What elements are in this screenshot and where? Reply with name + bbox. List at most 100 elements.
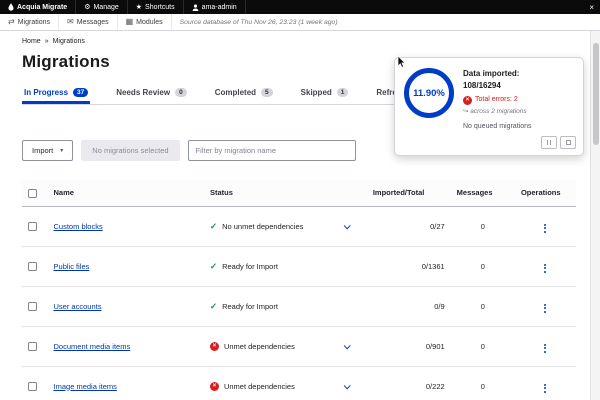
operations-button[interactable] (541, 263, 549, 274)
migrations-label: Migrations (17, 18, 50, 26)
status-text: No unmet dependencies (222, 221, 304, 231)
tab-label: Completed (214, 88, 257, 97)
progress-card-info: Data imported: 108/16294 × Total errors:… (463, 68, 532, 133)
status-cell: × Unmet dependencies (209, 341, 361, 351)
error-icon: × (463, 95, 472, 105)
error-icon: × (209, 381, 219, 391)
row-checkbox[interactable] (28, 301, 37, 311)
toolbar-item-migrations[interactable]: ⇄ Migrations (0, 14, 59, 30)
total-errors-row: × Total errors: 2 (463, 95, 532, 106)
tab-completed[interactable]: Completed 5 (213, 84, 275, 104)
migration-name-link[interactable]: Image media items (54, 382, 117, 391)
select-all-checkbox[interactable] (28, 188, 37, 198)
shortcuts-label: Shortcuts (145, 3, 175, 11)
header-imported-total: Imported/Total (366, 180, 451, 207)
scrollbar-track[interactable] (590, 31, 600, 400)
tab-label: In Progress (24, 88, 69, 97)
imported-total-value: 0/901 (366, 326, 451, 367)
total-errors-label: Total errors: 2 (475, 96, 518, 103)
sub-arrow-icon: ↪ (463, 107, 469, 115)
progress-percent: 11.90% (413, 87, 445, 99)
header-operations: Operations (514, 180, 576, 207)
tab-in-progress[interactable]: In Progress 37 (22, 84, 90, 104)
table-row: Public files ✓ Ready for Import 0/1361 0 (22, 246, 576, 287)
toolbar-item-shortcuts[interactable]: ★ Shortcuts (128, 0, 184, 14)
messages-count: 0 (450, 206, 515, 247)
migration-name-link[interactable]: Public files (54, 262, 90, 271)
manage-label: Manage (93, 3, 119, 11)
chevron-down-icon[interactable] (343, 381, 351, 389)
queue-controls (541, 135, 576, 149)
toolbar-item-user[interactable]: ama-admin (184, 0, 246, 14)
operations-button[interactable] (541, 223, 549, 234)
status-text: Unmet dependencies (223, 381, 295, 391)
error-icon: × (209, 341, 219, 351)
errors-detail-note: ↪ across 2 migrations (463, 107, 532, 117)
tab-skipped[interactable]: Skipped 1 (299, 84, 351, 104)
brand-label: Acquia Migrate (17, 3, 68, 11)
row-checkbox[interactable] (28, 221, 37, 231)
imported-total-value: 0/9 (366, 286, 451, 327)
status-cell: ✓ Ready for Import (210, 302, 361, 311)
messages-count: 0 (450, 326, 515, 367)
migration-name-link[interactable]: User accounts (54, 302, 102, 311)
gear-icon: ⚙ (84, 3, 91, 11)
status-text: Unmet dependencies (223, 341, 295, 351)
chevron-down-icon[interactable] (343, 341, 351, 349)
star-icon: ★ (135, 3, 143, 11)
tab-count-badge: 1 (336, 88, 349, 97)
breadcrumb-home-link[interactable]: Home (22, 38, 41, 45)
toolbar-item-manage[interactable]: ⚙ Manage (76, 0, 128, 14)
messages-count: 0 (450, 246, 515, 287)
imported-total-value: 0/27 (366, 206, 451, 247)
check-icon: ✓ (209, 260, 218, 271)
chevron-down-icon[interactable] (343, 221, 351, 229)
queue-note: No queued migrations (463, 123, 532, 131)
import-button[interactable]: Import ▾ (22, 140, 74, 161)
tab-needs-review[interactable]: Needs Review 0 (114, 84, 188, 104)
stop-queue-button[interactable] (560, 135, 576, 149)
row-checkbox[interactable] (28, 381, 37, 391)
messages-count: 0 (450, 366, 515, 400)
operations-button[interactable] (541, 343, 549, 354)
table-header-row: Name Status Imported/Total Messages Oper… (22, 180, 576, 207)
pause-queue-button[interactable] (541, 135, 557, 149)
errors-detail-text: across 2 migrations (470, 107, 527, 115)
header-status: Status (203, 180, 367, 207)
import-progress-card: 11.90% Data imported: 108/16294 × Total … (394, 56, 584, 156)
envelope-icon: ✉ (67, 17, 74, 26)
status-cell: ✓ No unmet dependencies (210, 222, 361, 231)
check-icon: ✓ (209, 300, 218, 311)
status-cell: × Unmet dependencies (209, 381, 361, 391)
migration-name-link[interactable]: Document media items (54, 342, 131, 351)
row-checkbox[interactable] (28, 341, 37, 351)
modules-label: Modules (136, 18, 163, 26)
no-migrations-selected-button[interactable]: No migrations selected (81, 140, 180, 161)
toolbar-item-modules[interactable]: ▦ Modules (118, 14, 172, 30)
operations-button[interactable] (541, 303, 549, 314)
tab-count-badge: 0 (175, 88, 187, 97)
operations-button[interactable] (541, 383, 549, 394)
check-icon: ✓ (209, 220, 218, 231)
data-imported-value: 108/16294 (463, 81, 501, 90)
messages-label: Messages (76, 18, 109, 26)
toolbar-close-icon[interactable]: × (583, 3, 600, 12)
scrollbar-thumb[interactable] (593, 43, 599, 145)
table-row: Custom blocks ✓ No unmet dependencies 0/27 0 (22, 206, 576, 247)
migrations-table: Name Status Imported/Total Messages Oper… (22, 180, 576, 400)
admin-toolbar: Acquia Migrate ⚙ Manage ★ Shortcuts ama-… (0, 0, 600, 14)
brand-acquia-migrate[interactable]: Acquia Migrate (0, 0, 77, 14)
droplet-icon (8, 3, 14, 11)
user-icon (192, 4, 199, 11)
toolbar-item-messages[interactable]: ✉ Messages (59, 14, 118, 30)
table-row: Document media items × Unmet dependencies 0… (22, 326, 576, 367)
pause-icon (546, 139, 552, 145)
tab-label: Needs Review (116, 88, 171, 97)
tab-label: Skipped (300, 88, 332, 97)
header-name: Name (47, 180, 204, 207)
header-messages: Messages (450, 180, 515, 207)
migration-name-link[interactable]: Custom blocks (54, 222, 103, 231)
row-checkbox[interactable] (28, 261, 37, 271)
table-row: User accounts ✓ Ready for Import 0/9 0 (22, 286, 576, 327)
filter-input[interactable] (187, 140, 356, 161)
